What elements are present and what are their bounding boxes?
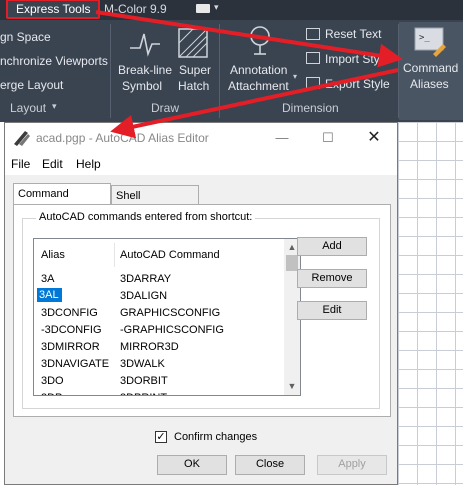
- command-cell: 3DORBIT: [120, 375, 168, 387]
- group-label-draw: Draw: [151, 101, 180, 115]
- command-cell: -GRAPHICSCONFIG: [120, 324, 224, 336]
- command-cell: GRAPHICSCONFIG: [120, 307, 221, 319]
- alias-editor-dialog: acad.pgp - AutoCAD Alias Editor — ☐ ✕ Fi…: [4, 122, 398, 485]
- export-style-button[interactable]: Export Style: [325, 77, 390, 91]
- command-cell: 3DALIGN: [120, 290, 168, 302]
- break-line-label-1[interactable]: Break-line: [118, 63, 172, 77]
- command-cell: 3DARRAY: [120, 273, 172, 285]
- super-hatch-label-2[interactable]: Hatch: [178, 79, 209, 93]
- ribbon: Express Tools M-Color 9.9 ▾ gn Space nch…: [0, 0, 463, 122]
- drawing-grid[interactable]: [398, 122, 463, 485]
- menu-file[interactable]: File: [11, 157, 30, 171]
- confirm-changes-label[interactable]: Confirm changes: [174, 431, 257, 443]
- add-button[interactable]: Add: [297, 237, 367, 256]
- title-bar[interactable]: acad.pgp - AutoCAD Alias Editor — ☐ ✕: [5, 123, 397, 153]
- remove-button[interactable]: Remove: [297, 269, 367, 288]
- alias-cell: 3DMIRROR: [41, 341, 100, 353]
- command-cell: 3DPRINT: [120, 392, 167, 395]
- break-line-label-2[interactable]: Symbol: [122, 79, 162, 93]
- alias-cell: 3DCONFIG: [41, 307, 98, 319]
- groupbox-title: AutoCAD commands entered from shortcut:: [36, 211, 256, 223]
- list-row[interactable]: 3DMIRROR MIRROR3D: [34, 339, 284, 356]
- scroll-down-icon[interactable]: ▼: [286, 379, 298, 393]
- reset-text-button[interactable]: Reset Text: [325, 27, 381, 41]
- maximize-icon[interactable]: ☐: [305, 123, 351, 153]
- command-cell: MIRROR3D: [120, 341, 179, 353]
- column-header-alias[interactable]: Alias: [41, 249, 65, 261]
- alias-cell: 3DNAVIGATE: [41, 358, 110, 370]
- annotation-label-2[interactable]: Attachment: [228, 79, 289, 93]
- column-header-command[interactable]: AutoCAD Command: [120, 249, 220, 261]
- alias-cell: 3DO: [41, 375, 64, 387]
- close-button[interactable]: Close: [235, 455, 305, 475]
- annotation-attachment-icon: [250, 26, 270, 55]
- command-aliases-label-1[interactable]: Command: [403, 61, 458, 75]
- list-row[interactable]: 3AL 3DALIGN: [34, 288, 284, 305]
- alias-cell: 3A: [41, 273, 55, 285]
- alias-cell: 3AL: [37, 288, 62, 302]
- ribbon-item-space[interactable]: gn Space: [0, 30, 51, 44]
- ok-button[interactable]: OK: [157, 455, 227, 475]
- import-style-button[interactable]: Import Style: [325, 52, 389, 66]
- import-style-icon: [306, 52, 320, 64]
- group-divider: [219, 24, 220, 118]
- pgp-file-icon: [14, 131, 30, 146]
- group-divider: [110, 24, 111, 118]
- command-aliases-icon: >_: [414, 27, 446, 57]
- edit-button[interactable]: Edit: [297, 301, 367, 320]
- list-row[interactable]: -3DCONFIG -GRAPHICSCONFIG: [34, 322, 284, 339]
- dialog-title: acad.pgp - AutoCAD Alias Editor: [36, 131, 209, 145]
- menu-help[interactable]: Help: [76, 157, 101, 171]
- list-row[interactable]: 3A 3DARRAY: [34, 271, 284, 288]
- apply-button: Apply: [317, 455, 387, 475]
- reset-text-icon: [306, 28, 320, 40]
- menu-edit[interactable]: Edit: [42, 157, 63, 171]
- list-row[interactable]: 3DO 3DORBIT: [34, 373, 284, 390]
- svg-text:>_: >_: [419, 33, 430, 43]
- ribbon-item-synchronize-viewports[interactable]: nchronize Viewports: [0, 54, 108, 68]
- minimize-icon[interactable]: —: [259, 123, 305, 153]
- alias-list[interactable]: Alias AutoCAD Command 3A 3DARRAY 3AL 3DALIG…: [33, 238, 301, 396]
- column-divider[interactable]: [114, 243, 115, 267]
- confirm-changes-checkbox[interactable]: ✓: [155, 431, 167, 443]
- tab-command-aliases[interactable]: Command Aliases: [13, 183, 111, 220]
- layout-expand-icon[interactable]: ▾: [52, 101, 57, 112]
- close-icon[interactable]: ✕: [351, 123, 397, 153]
- tab-overflow-icon[interactable]: [196, 4, 210, 13]
- alias-cell: -3DCONFIG: [41, 324, 102, 336]
- list-row[interactable]: 3DCONFIG GRAPHICSCONFIG: [34, 305, 284, 322]
- export-style-icon: [306, 77, 320, 89]
- alias-cell: 3DP: [41, 392, 62, 395]
- ribbon-item-merge-layout[interactable]: erge Layout: [0, 78, 63, 92]
- annotation-dropdown-icon[interactable]: ▾: [293, 72, 297, 81]
- group-label-layout: Layout: [10, 101, 47, 115]
- annotation-label-1[interactable]: Annotation: [230, 63, 287, 77]
- break-line-icon: [130, 33, 160, 57]
- group-label-dimension: Dimension: [282, 101, 339, 115]
- menu-bar: File Edit Help: [5, 153, 397, 175]
- tab-m-color[interactable]: M-Color 9.9: [104, 2, 167, 16]
- dropdown-arrow-icon[interactable]: ▾: [214, 2, 219, 13]
- command-aliases-label-2[interactable]: Aliases: [410, 77, 449, 91]
- command-cell: 3DWALK: [120, 358, 165, 370]
- list-row[interactable]: 3DNAVIGATE 3DWALK: [34, 356, 284, 373]
- super-hatch-label-1[interactable]: Super: [179, 63, 211, 77]
- tab-express-tools[interactable]: Express Tools: [6, 0, 101, 19]
- list-row[interactable]: 3DP 3DPRINT: [34, 390, 284, 395]
- tab-shell-commands[interactable]: Shell Commands: [111, 185, 199, 222]
- super-hatch-icon: [178, 28, 208, 58]
